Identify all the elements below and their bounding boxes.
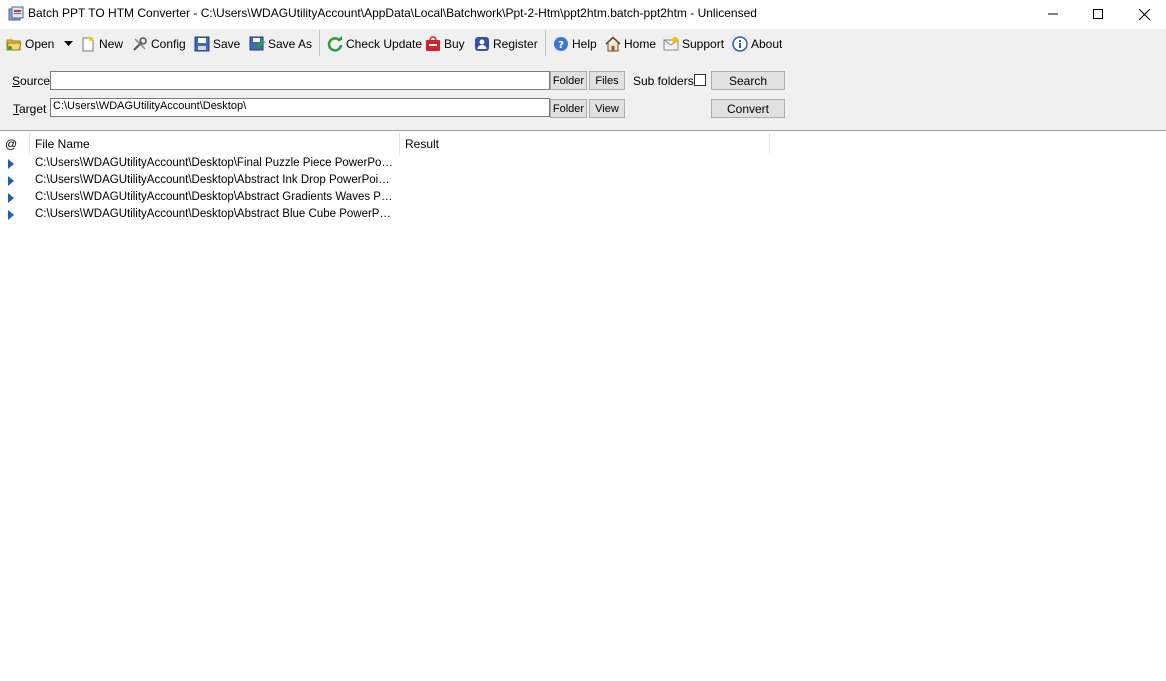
check-update-label: Check Update — [346, 37, 423, 51]
toolbar-separator — [545, 30, 546, 56]
close-button[interactable] — [1121, 0, 1166, 28]
home-label: Home — [624, 37, 657, 51]
check-update-button[interactable]: Check Update — [327, 33, 422, 55]
column-result[interactable]: Result — [400, 133, 770, 155]
search-button[interactable]: Search — [711, 71, 785, 90]
table-row[interactable]: C:\Users\WDAGUtilityAccount\Desktop\Fina… — [0, 156, 770, 173]
window-title: Batch PPT TO HTM Converter - C:\Users\WD… — [28, 6, 757, 20]
maximize-button[interactable] — [1075, 0, 1121, 28]
convert-button[interactable]: Convert — [711, 99, 785, 118]
register-button[interactable]: Register — [474, 33, 538, 55]
register-label: Register — [493, 37, 538, 51]
save-as-icon — [249, 36, 265, 51]
target-label: Target — [13, 102, 47, 116]
sub-folders-checkbox[interactable] — [694, 74, 706, 86]
open-folder-icon — [6, 39, 22, 51]
options-panel: Source Folder Files Sub folders Search T… — [0, 58, 1166, 130]
file-name-cell: C:\Users\WDAGUtilityAccount\Desktop\Abst… — [35, 191, 395, 203]
home-button[interactable]: Home — [605, 33, 656, 55]
help-label: Help — [572, 37, 597, 51]
support-button[interactable]: Support — [663, 33, 724, 55]
table-row[interactable]: C:\Users\WDAGUtilityAccount\Desktop\Abst… — [0, 207, 770, 224]
file-list: C:\Users\WDAGUtilityAccount\Desktop\Fina… — [0, 156, 770, 224]
toolbar-separator — [319, 30, 320, 56]
play-arrow-icon — [8, 193, 14, 203]
source-label: Source — [12, 74, 51, 88]
user-badge-icon — [475, 37, 489, 51]
help-icon: ? — [554, 37, 568, 51]
info-icon — [732, 36, 748, 52]
support-label: Support — [682, 37, 725, 51]
app-icon — [8, 6, 24, 22]
table-row[interactable]: C:\Users\WDAGUtilityAccount\Desktop\Abst… — [0, 173, 770, 190]
open-dropdown-button[interactable] — [64, 33, 76, 55]
about-label: About — [751, 37, 783, 51]
svg-text:?: ? — [558, 40, 564, 51]
source-input[interactable] — [50, 71, 550, 90]
buy-label: Buy — [444, 37, 465, 51]
target-folder-button[interactable]: Folder — [550, 99, 587, 118]
help-button[interactable]: ? Help — [553, 33, 597, 55]
source-files-button[interactable]: Files — [589, 71, 625, 90]
tools-icon — [133, 37, 147, 51]
column-file-name[interactable]: File Name — [30, 133, 400, 155]
panel-divider — [0, 130, 1166, 131]
target-view-button[interactable]: View — [589, 99, 625, 118]
refresh-icon — [327, 36, 343, 52]
table-row[interactable]: C:\Users\WDAGUtilityAccount\Desktop\Abst… — [0, 190, 770, 207]
shopping-bag-icon — [426, 36, 440, 51]
file-name-cell: C:\Users\WDAGUtilityAccount\Desktop\Fina… — [35, 157, 395, 169]
open-button[interactable]: Open — [6, 33, 54, 55]
play-arrow-icon — [8, 176, 14, 186]
source-folder-button[interactable]: Folder — [550, 71, 587, 90]
new-file-icon — [82, 36, 94, 52]
chevron-down-icon — [64, 41, 73, 46]
save-button[interactable]: Save — [194, 33, 240, 55]
file-name-cell: C:\Users\WDAGUtilityAccount\Desktop\Abst… — [35, 208, 395, 220]
new-button[interactable]: New — [80, 33, 123, 55]
column-status[interactable]: @ — [0, 133, 30, 155]
title-bar: Batch PPT TO HTM Converter - C:\Users\WD… — [0, 0, 1166, 28]
buy-button[interactable]: Buy — [425, 33, 465, 55]
play-arrow-icon — [8, 210, 14, 220]
floppy-disk-icon — [194, 36, 210, 52]
new-label: New — [99, 37, 124, 51]
target-input[interactable]: C:\Users\WDAGUtilityAccount\Desktop\ — [50, 98, 550, 117]
save-label: Save — [213, 37, 241, 51]
save-as-label: Save As — [268, 37, 313, 51]
toolbar: Open New Config Save Save As Check Updat… — [0, 29, 1166, 58]
config-button[interactable]: Config — [132, 33, 186, 55]
home-icon — [605, 36, 621, 52]
minimize-button[interactable] — [1030, 0, 1076, 28]
support-icon — [663, 37, 679, 51]
open-label: Open — [25, 37, 55, 51]
file-list-header: @ File Name Result — [0, 133, 770, 155]
play-arrow-icon — [8, 159, 14, 169]
file-name-cell: C:\Users\WDAGUtilityAccount\Desktop\Abst… — [35, 174, 395, 186]
config-label: Config — [151, 37, 186, 51]
sub-folders-label: Sub folders — [633, 74, 694, 88]
save-as-button[interactable]: Save As — [249, 33, 312, 55]
about-button[interactable]: About — [732, 33, 782, 55]
